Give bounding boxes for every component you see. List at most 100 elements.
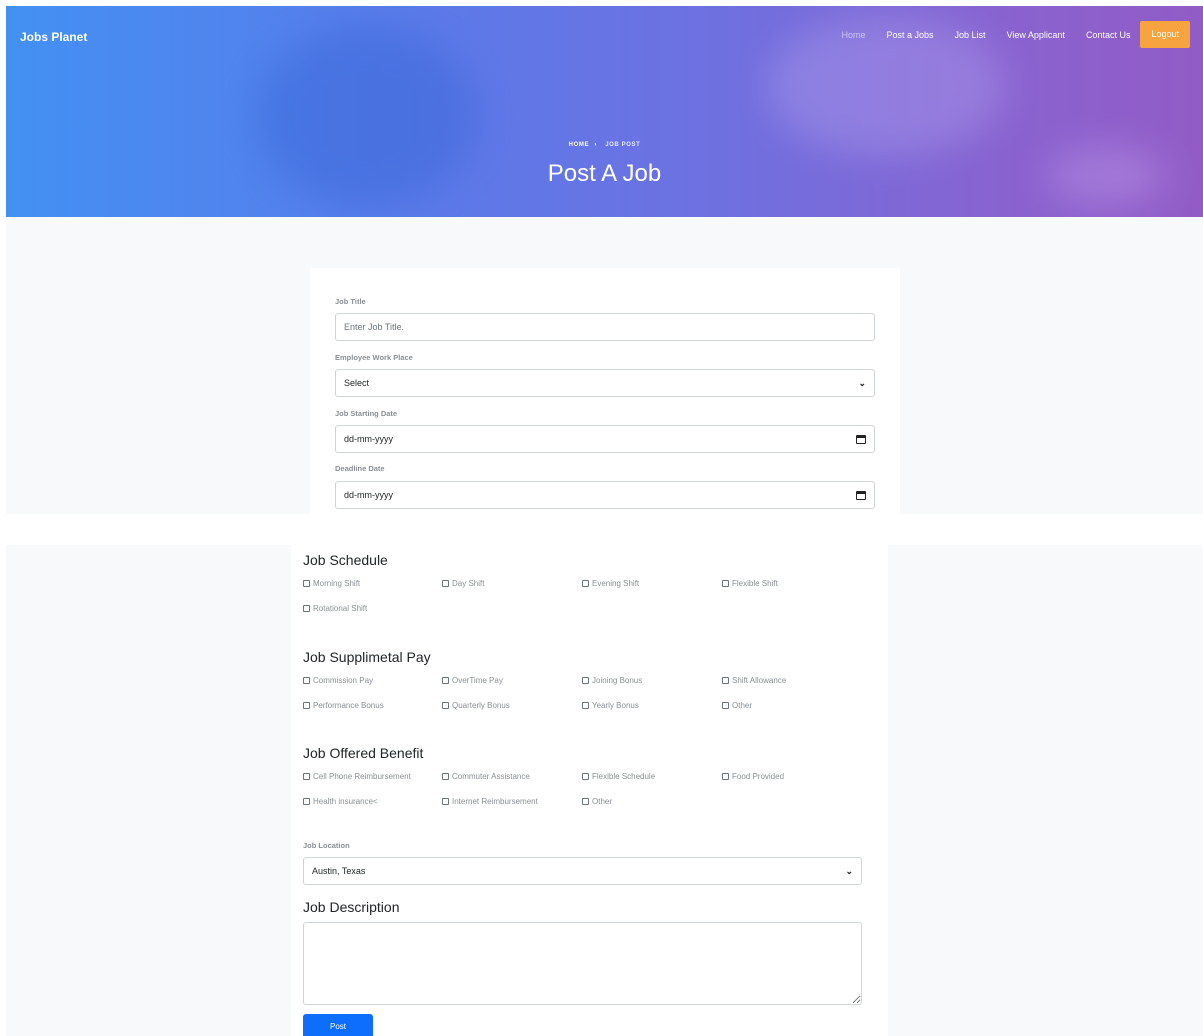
checkbox-box[interactable] xyxy=(722,580,729,587)
calendar-icon[interactable] xyxy=(856,490,866,500)
checkbox-quarterly-bonus[interactable]: Quarterly Bonus xyxy=(442,701,510,710)
checkbox-box[interactable] xyxy=(442,580,449,587)
logout-button[interactable]: Logout xyxy=(1140,21,1190,48)
description-heading: Job Description xyxy=(303,899,400,915)
description-textarea[interactable] xyxy=(303,922,862,1005)
checkbox-box[interactable] xyxy=(442,773,449,780)
checkbox-commission-pay[interactable]: Commission Pay xyxy=(303,676,373,685)
checkbox-label: Internet Reimbursement xyxy=(452,797,538,806)
checkbox-label: Cell Phone Reimbursement xyxy=(313,772,411,781)
start-date-label: Job Starting Date xyxy=(335,409,398,418)
location-label: Job Location xyxy=(303,841,350,850)
breadcrumb: HOME › JOB POST xyxy=(6,142,1203,148)
post-button[interactable]: Post xyxy=(303,1014,373,1036)
checkbox-label: Commission Pay xyxy=(313,676,374,685)
pay-heading: Job Supplimetal Pay xyxy=(303,649,431,665)
checkbox-flexible-schedule[interactable]: Flexible Schedule xyxy=(582,772,655,781)
checkbox-box[interactable] xyxy=(303,702,310,709)
start-date-input[interactable]: dd-mm-yyyy xyxy=(335,425,875,453)
checkbox-label: Other xyxy=(592,797,613,806)
checkbox-box[interactable] xyxy=(442,798,449,805)
checkbox-label: Flexible Shift xyxy=(732,579,778,588)
checkbox-label: Other xyxy=(732,701,753,710)
checkbox-label: Health insurance< xyxy=(313,797,378,806)
nav-job-list[interactable]: Job List xyxy=(955,30,986,40)
brand-logo[interactable]: Jobs Planet xyxy=(20,30,87,44)
workplace-label: Employee Work Place xyxy=(335,353,413,362)
checkbox-cell-phone-reimbursement[interactable]: Cell Phone Reimbursement xyxy=(303,772,411,781)
checkbox-box[interactable] xyxy=(582,798,589,805)
main-nav: Home Post a Jobs Job List View Applicant… xyxy=(820,21,1190,48)
checkbox-label: Morning Shift xyxy=(313,579,361,588)
breadcrumb-current: JOB POST xyxy=(605,142,641,148)
form-section-background xyxy=(888,545,1203,1036)
checkbox-pay-other[interactable]: Other xyxy=(722,701,752,710)
start-date-value: dd-mm-yyyy xyxy=(344,434,393,444)
job-title-label: Job Title xyxy=(335,297,366,306)
chevron-down-icon: ⌄ xyxy=(858,377,866,388)
checkbox-box[interactable] xyxy=(303,773,310,780)
checkbox-box[interactable] xyxy=(303,580,310,587)
checkbox-label: Flexible Schedule xyxy=(592,772,656,781)
checkbox-box[interactable] xyxy=(722,677,729,684)
checkbox-performance-bonus[interactable]: Performance Bonus xyxy=(303,701,384,710)
checkbox-morning-shift[interactable]: Morning Shift xyxy=(303,579,360,588)
job-title-input[interactable]: Enter Job Title. xyxy=(335,313,875,341)
checkbox-health-insurance[interactable]: Health insurance< xyxy=(303,797,378,806)
checkbox-box[interactable] xyxy=(303,605,310,612)
deadline-value: dd-mm-yyyy xyxy=(344,490,393,500)
checkbox-label: Rotational Shift xyxy=(313,604,368,613)
benefit-heading: Job Offered Benefit xyxy=(303,745,424,761)
checkbox-label: Quarterly Bonus xyxy=(452,701,510,710)
checkbox-food-provided[interactable]: Food Provided xyxy=(722,772,784,781)
nav-contact[interactable]: Contact Us xyxy=(1086,30,1131,40)
breadcrumb-separator-icon: › xyxy=(594,142,597,148)
checkbox-box[interactable] xyxy=(722,702,729,709)
deadline-label: Deadline Date xyxy=(335,464,385,473)
checkbox-label: Day Shift xyxy=(452,579,485,588)
nav-home[interactable]: Home xyxy=(841,30,865,40)
deadline-input[interactable]: dd-mm-yyyy xyxy=(335,481,875,509)
schedule-heading: Job Schedule xyxy=(303,552,388,568)
location-select[interactable]: Austin, Texas ⌄ xyxy=(303,857,862,885)
checkbox-internet-reimbursement[interactable]: Internet Reimbursement xyxy=(442,797,538,806)
checkbox-shift-allowance[interactable]: Shift Allowance xyxy=(722,676,786,685)
checkbox-box[interactable] xyxy=(303,677,310,684)
checkbox-label: Food Provided xyxy=(732,772,785,781)
checkbox-flexible-shift[interactable]: Flexible Shift xyxy=(722,579,778,588)
checkbox-box[interactable] xyxy=(582,580,589,587)
nav-view-applicant[interactable]: View Applicant xyxy=(1007,30,1065,40)
page: Jobs Planet Home Post a Jobs Job List Vi… xyxy=(0,0,1203,1036)
checkbox-label: Evening Shift xyxy=(592,579,640,588)
checkbox-label: Joining Bonus xyxy=(592,676,643,685)
chevron-down-icon: ⌄ xyxy=(845,865,853,876)
form-section-background xyxy=(6,545,291,1036)
checkbox-day-shift[interactable]: Day Shift xyxy=(442,579,484,588)
checkbox-benefit-other[interactable]: Other xyxy=(582,797,612,806)
checkbox-label: Yearly Bonus xyxy=(592,701,639,710)
checkbox-box[interactable] xyxy=(442,702,449,709)
checkbox-box[interactable] xyxy=(582,677,589,684)
page-title: Post A Job xyxy=(547,160,662,187)
checkbox-box[interactable] xyxy=(582,702,589,709)
checkbox-joining-bonus[interactable]: Joining Bonus xyxy=(582,676,642,685)
checkbox-box[interactable] xyxy=(442,677,449,684)
checkbox-evening-shift[interactable]: Evening Shift xyxy=(582,579,639,588)
checkbox-box[interactable] xyxy=(303,798,310,805)
location-selected-value: Austin, Texas xyxy=(312,866,366,876)
checkbox-yearly-bonus[interactable]: Yearly Bonus xyxy=(582,701,639,710)
checkbox-label: Commuter Assistance xyxy=(452,772,530,781)
workplace-select[interactable]: Select ⌄ xyxy=(335,369,875,397)
checkbox-label: Shift Allowance xyxy=(732,676,787,685)
job-title-placeholder: Enter Job Title. xyxy=(344,322,405,332)
checkbox-rotational-shift[interactable]: Rotational Shift xyxy=(303,604,367,613)
checkbox-box[interactable] xyxy=(582,773,589,780)
nav-post-jobs[interactable]: Post a Jobs xyxy=(887,30,934,40)
checkbox-overtime-pay[interactable]: OverTime Pay xyxy=(442,676,503,685)
workplace-selected-value: Select xyxy=(344,378,370,388)
checkbox-box[interactable] xyxy=(722,773,729,780)
hero-banner: Jobs Planet Home Post a Jobs Job List Vi… xyxy=(6,6,1203,217)
breadcrumb-home[interactable]: HOME xyxy=(569,142,589,148)
checkbox-commuter-assistance[interactable]: Commuter Assistance xyxy=(442,772,530,781)
calendar-icon[interactable] xyxy=(856,434,866,444)
